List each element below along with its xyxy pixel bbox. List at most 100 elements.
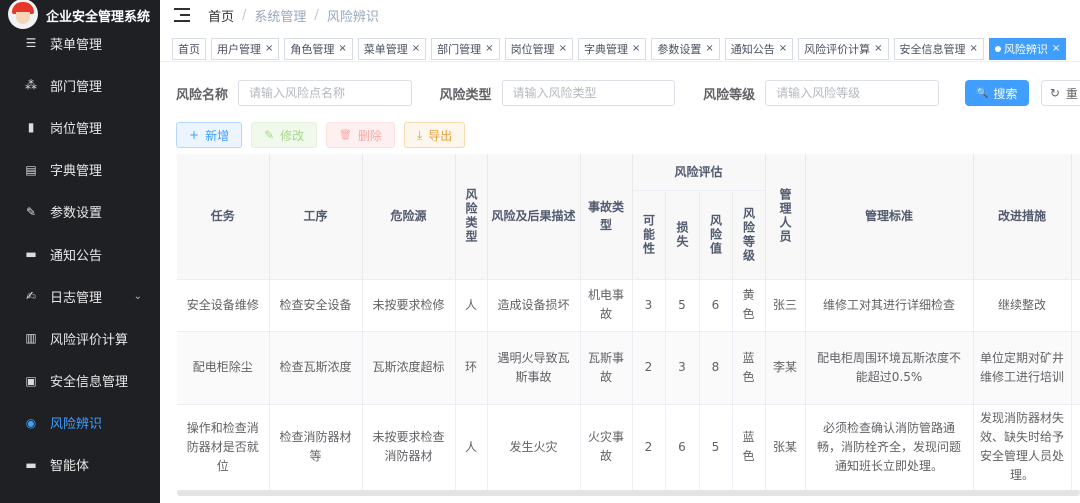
add-button-label: 新增: [205, 128, 230, 143]
header-hazard: 危险源: [362, 154, 456, 280]
edit-button-label: 修改: [280, 128, 305, 143]
close-icon[interactable]: ×: [705, 43, 713, 54]
sidebar-item-0[interactable]: ☰ 菜单管理: [0, 22, 160, 64]
sidebar-menu: ☰ 菜单管理 ⁂ 部门管理 ▮ 岗位管理 ▤ 字典管理 ✎ 参数设置 ▬ 通知公告 ✍ 日志管理 ⌄ ▥ 风险评…: [0, 22, 160, 486]
log-icon: ✍: [25, 289, 37, 304]
cell-process: 检查安全设备: [269, 279, 363, 332]
sidebar: 企业安全管理系统 ☰ 菜单管理 ⁂ 部门管理 ▮ 岗位管理 ▤ 字典管理 ✎ 参数设置 ▬ 通知公告 ✍…: [0, 0, 160, 503]
tab-label: 通知公告: [730, 42, 775, 56]
tab-label: 安全信息管理: [899, 42, 966, 56]
close-icon[interactable]: ×: [338, 43, 346, 54]
cell-improvement: 单位定期对矿井维修工进行培训: [973, 331, 1072, 405]
tab-7[interactable]: 参数设置 ×: [651, 37, 720, 60]
download-icon: ⤓: [416, 127, 423, 142]
table-row[interactable]: 操作和检查消防器材是否就位 检查消防器材等 未按要求检查消防器材人发生火灾 火灾事故 2…: [177, 404, 1080, 491]
tab-label: 菜单管理: [363, 42, 408, 56]
sidebar-item-1[interactable]: ⁂ 部门管理: [0, 64, 160, 106]
tab-6[interactable]: 字典管理 ×: [577, 37, 647, 60]
cell-accident-type: 火灾事故: [580, 404, 633, 491]
header-risk-level: 风险等级: [732, 190, 766, 280]
cell-improvement: 发现消防器材失效、缺失时给予安全管理人员处理。: [973, 404, 1072, 491]
header-risk-type: 风险类型: [455, 154, 488, 280]
search-button[interactable]: 🔍 搜索: [964, 80, 1029, 106]
close-icon[interactable]: ×: [265, 43, 273, 54]
table-row[interactable]: 配电柜除尘 检查瓦斯浓度 瓦斯浓度超标环遇明火导致瓦斯事故 瓦斯事故 2 3 8 蓝色 李某 配电…: [177, 331, 1080, 405]
export-button[interactable]: ⤓ 导出: [403, 122, 466, 148]
edit-button[interactable]: ✎ 修改: [251, 122, 318, 148]
cell-hazard: 瓦斯浓度超标: [362, 331, 456, 405]
tab-3[interactable]: 菜单管理 ×: [357, 37, 427, 60]
cell-standard: 必须检查确认消防管路通畅，消防栓齐全，发现问题通知班长立即处理。: [805, 404, 974, 491]
cell-extra: [1071, 279, 1080, 332]
tab-label: 风险辨识: [1003, 42, 1048, 56]
header-standard: 管理标准: [805, 154, 974, 280]
risk-level-input[interactable]: [765, 80, 939, 106]
breadcrumb-home[interactable]: 首页: [208, 6, 234, 25]
tab-label: 参数设置: [657, 42, 702, 56]
tab-10[interactable]: 安全信息管理 ×: [893, 37, 984, 60]
risk-name-input[interactable]: [238, 80, 412, 106]
menu-icon: ☰: [25, 36, 37, 51]
close-icon[interactable]: ×: [779, 43, 787, 54]
cell-possibility: 2: [632, 404, 666, 491]
sidebar-item-3[interactable]: ▤ 字典管理: [0, 149, 160, 191]
sidebar-item-7[interactable]: ▥ 风险评价计算: [0, 317, 160, 359]
cell-risk-value: 6: [699, 279, 733, 332]
table-row[interactable]: 安全设备维修 检查安全设备 未按要求检修人造成设备损坏 机电事故 3 5 6 黄色 张三 维修工对…: [177, 279, 1080, 332]
hamburger-icon[interactable]: [174, 8, 190, 22]
close-icon[interactable]: ×: [559, 43, 567, 54]
close-icon[interactable]: ×: [632, 43, 640, 54]
sidebar-item-label: 字典管理: [50, 164, 103, 180]
tab-4[interactable]: 部门管理 ×: [431, 37, 500, 60]
breadcrumb-parent: 系统管理: [254, 9, 307, 25]
sidebar-item-label: 参数设置: [50, 206, 103, 222]
sidebar-item-label: 通知公告: [50, 248, 103, 264]
dict-icon: ▤: [25, 162, 37, 177]
eye-icon: ◉: [25, 415, 37, 430]
tab-11[interactable]: 风险辨识 ×: [988, 37, 1067, 60]
sidebar-item-10[interactable]: ▬ 智能体: [0, 444, 160, 486]
tab-label: 岗位管理: [510, 42, 555, 56]
cell-risk-level: 蓝色: [732, 404, 766, 491]
tab-9[interactable]: 风险评价计算 ×: [798, 37, 889, 60]
sidebar-item-9[interactable]: ◉ 风险辨识: [0, 402, 160, 444]
sidebar-item-4[interactable]: ✎ 参数设置: [0, 191, 160, 233]
tab-5[interactable]: 岗位管理 ×: [504, 37, 573, 60]
close-icon[interactable]: ×: [412, 43, 420, 54]
cell-risk-type: 环: [455, 331, 488, 405]
sidebar-item-label: 风险辨识: [50, 417, 103, 433]
tab-8[interactable]: 通知公告 ×: [724, 37, 794, 60]
cell-risk-level: 蓝色: [732, 331, 766, 405]
cell-extra: [1071, 404, 1080, 491]
reset-button[interactable]: ↻ 重: [1040, 80, 1080, 106]
tab-0[interactable]: 首页: [172, 37, 206, 60]
tab-2[interactable]: 角色管理 ×: [284, 37, 353, 60]
close-icon[interactable]: ×: [485, 43, 493, 54]
sidebar-item-8[interactable]: ▣ 安全信息管理: [0, 360, 160, 402]
close-icon[interactable]: ×: [874, 43, 882, 54]
cell-risk-value: 8: [699, 331, 733, 405]
sidebar-item-6[interactable]: ✍ 日志管理 ⌄: [0, 275, 160, 317]
add-button[interactable]: + 新增: [176, 122, 243, 148]
sidebar-item-2[interactable]: ▮ 岗位管理: [0, 106, 160, 148]
delete-button[interactable]: 🗑 删除: [326, 122, 395, 148]
cell-description: 造成设备损坏: [487, 279, 581, 332]
breadcrumb-separator: /: [314, 7, 319, 23]
cell-accident-type: 瓦斯事故: [580, 331, 633, 405]
header-description: 风险及后果描述: [487, 154, 581, 280]
edit-icon: ✎: [264, 128, 275, 142]
header-possibility: 可能性: [632, 190, 666, 280]
header-risk-value: 风险值: [699, 190, 733, 280]
close-icon[interactable]: ×: [1052, 43, 1060, 54]
risk-type-input[interactable]: [501, 80, 676, 106]
sidebar-item-5[interactable]: ▬ 通知公告: [0, 233, 160, 275]
tab-1[interactable]: 用户管理 ×: [211, 37, 280, 60]
risk-table: 任务 工序 危险源 风险类型 风险及后果描述 事故类型 风险评估 管理人员 管理…: [177, 154, 1080, 494]
close-icon[interactable]: ×: [970, 43, 978, 54]
breadcrumb-separator: /: [242, 7, 247, 23]
horizontal-scrollbar[interactable]: [177, 490, 1080, 496]
sidebar-item-label: 部门管理: [50, 79, 103, 95]
cell-loss: 6: [665, 404, 700, 491]
chat-icon: ▬: [25, 457, 37, 472]
sidebar-item-label: 安全信息管理: [50, 375, 129, 391]
